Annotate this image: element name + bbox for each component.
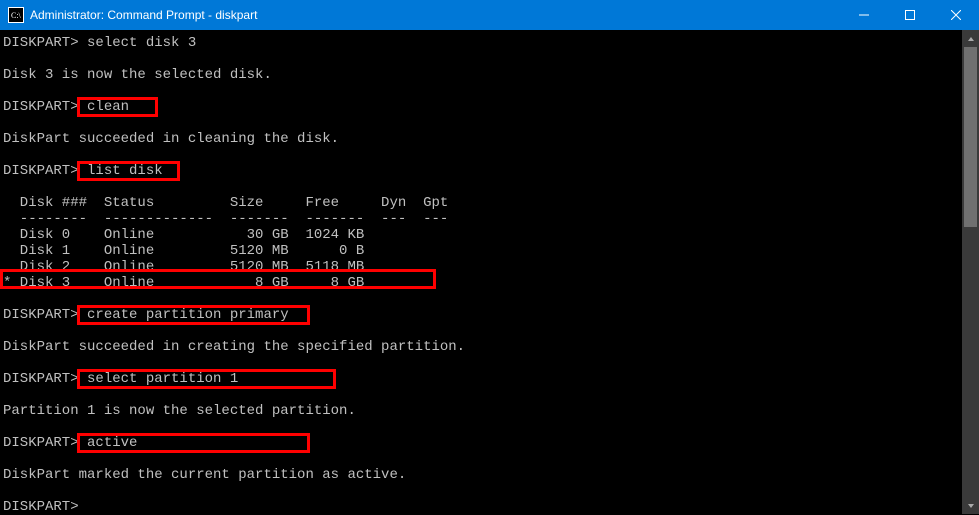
- terminal-line: DISKPART> select partition 1: [3, 371, 979, 387]
- minimize-button[interactable]: [841, 0, 887, 30]
- terminal-line: [3, 291, 979, 307]
- terminal-line: Partition 1 is now the selected partitio…: [3, 403, 979, 419]
- terminal-line: * Disk 3 Online 8 GB 8 GB: [3, 275, 979, 291]
- terminal-line: [3, 51, 979, 67]
- terminal-line: [3, 323, 979, 339]
- scrollbar[interactable]: [962, 30, 979, 514]
- terminal-output[interactable]: DISKPART> select disk 3 Disk 3 is now th…: [0, 30, 979, 514]
- terminal-line: DISKPART>: [3, 499, 979, 515]
- window-title: Administrator: Command Prompt - diskpart: [30, 8, 841, 22]
- scroll-thumb[interactable]: [964, 47, 977, 227]
- terminal-line: [3, 419, 979, 435]
- terminal-line: DISKPART> create partition primary: [3, 307, 979, 323]
- terminal-line: [3, 451, 979, 467]
- scroll-track[interactable]: [962, 47, 979, 497]
- terminal-line: DISKPART> active: [3, 435, 979, 451]
- terminal-line: Disk 3 is now the selected disk.: [3, 67, 979, 83]
- terminal-line: Disk ### Status Size Free Dyn Gpt: [3, 195, 979, 211]
- terminal-line: Disk 2 Online 5120 MB 5118 MB: [3, 259, 979, 275]
- terminal-line: [3, 179, 979, 195]
- svg-text:C:\: C:\: [11, 11, 22, 20]
- close-button[interactable]: [933, 0, 979, 30]
- scroll-down-arrow[interactable]: [962, 497, 979, 514]
- cmd-icon: C:\: [8, 7, 24, 23]
- terminal-line: [3, 387, 979, 403]
- terminal-line: Disk 0 Online 30 GB 1024 KB: [3, 227, 979, 243]
- terminal-line: DiskPart succeeded in cleaning the disk.: [3, 131, 979, 147]
- terminal-line: [3, 483, 979, 499]
- scroll-up-arrow[interactable]: [962, 30, 979, 47]
- terminal-line: [3, 147, 979, 163]
- maximize-button[interactable]: [887, 0, 933, 30]
- terminal-line: DISKPART> list disk: [3, 163, 979, 179]
- window-buttons: [841, 0, 979, 30]
- terminal-line: DISKPART> select disk 3: [3, 35, 979, 51]
- terminal-line: DiskPart succeeded in creating the speci…: [3, 339, 979, 355]
- terminal-line: Disk 1 Online 5120 MB 0 B: [3, 243, 979, 259]
- terminal-line: [3, 355, 979, 371]
- titlebar: C:\ Administrator: Command Prompt - disk…: [0, 0, 979, 30]
- terminal-line: -------- ------------- ------- ------- -…: [3, 211, 979, 227]
- terminal-line: DiskPart marked the current partition as…: [3, 467, 979, 483]
- terminal-line: DISKPART> clean: [3, 99, 979, 115]
- terminal-line: [3, 83, 979, 99]
- terminal-line: [3, 115, 979, 131]
